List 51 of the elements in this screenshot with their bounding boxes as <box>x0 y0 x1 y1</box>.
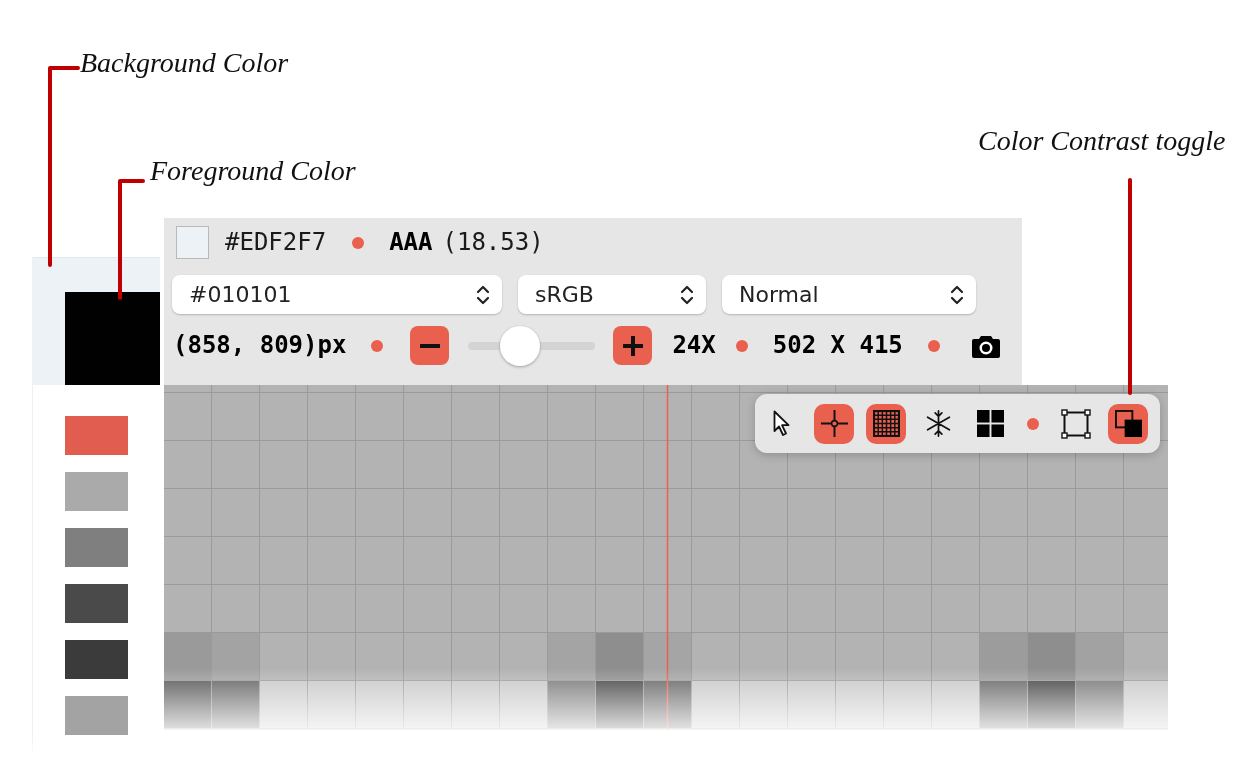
zoom-factor: 24X <box>672 331 716 360</box>
palette-swatch[interactable] <box>65 584 128 623</box>
pixel-cell <box>1075 681 1123 729</box>
palette-swatch[interactable] <box>65 416 128 455</box>
pixel-cell <box>211 681 259 729</box>
pixel-cell <box>595 681 643 729</box>
zoom-slider[interactable] <box>468 325 596 366</box>
crosshair-icon <box>820 410 848 437</box>
pixel-cell <box>547 681 595 729</box>
palette-swatch[interactable] <box>65 528 128 567</box>
annotation-label: Foreground Color <box>150 154 356 188</box>
dropdown[interactable]: sRGB <box>518 275 706 314</box>
dot-icon <box>927 339 940 352</box>
chevron-updown-icon <box>950 283 964 306</box>
dot-icon <box>352 236 365 249</box>
dot-icon <box>735 339 748 352</box>
dot-icon <box>1027 417 1039 430</box>
palette-swatch[interactable] <box>65 696 128 735</box>
minus-icon <box>419 343 440 348</box>
pixel-cell <box>979 681 1027 729</box>
contrast-rating: AAA <box>389 228 433 257</box>
annotation-label: Background Color <box>80 46 289 80</box>
pixel-cell <box>1027 681 1075 729</box>
toolbar-button[interactable] <box>866 403 906 444</box>
pixel-cell <box>643 681 691 729</box>
contrast-ratio: (18.53) <box>442 228 544 257</box>
palette-swatch[interactable] <box>65 472 128 511</box>
chevron-updown-icon <box>476 283 490 306</box>
frame-handles-icon <box>1061 408 1091 439</box>
arrow-cursor-icon <box>773 410 791 437</box>
slider-thumb[interactable] <box>499 325 540 366</box>
pixel-cell <box>164 681 211 729</box>
palette-swatch[interactable] <box>65 640 128 679</box>
snowflake-icon <box>924 410 952 437</box>
dot-icon <box>371 339 384 352</box>
grid-icon <box>872 410 900 437</box>
dropdown[interactable]: Normal <box>722 275 976 314</box>
hex-value: #EDF2F7 <box>225 228 327 257</box>
overlapping-squares-icon <box>1114 410 1142 437</box>
four-squares-icon <box>976 410 1004 437</box>
dropdown[interactable]: #010101 <box>172 275 502 314</box>
capture-size: 502 X 415 <box>772 331 903 360</box>
zoom-in-button[interactable] <box>613 326 653 365</box>
chevron-updown-icon <box>680 283 694 306</box>
cursor-position: (858, 809)px <box>173 331 347 360</box>
zoom-out-button[interactable] <box>410 326 450 365</box>
camera-icon[interactable] <box>971 333 1000 358</box>
toolbar-button[interactable] <box>1108 403 1148 444</box>
annotation-label: Color Contrast toggle <box>978 124 1226 158</box>
plus-icon <box>622 335 643 356</box>
toolbar-button[interactable] <box>814 403 854 444</box>
